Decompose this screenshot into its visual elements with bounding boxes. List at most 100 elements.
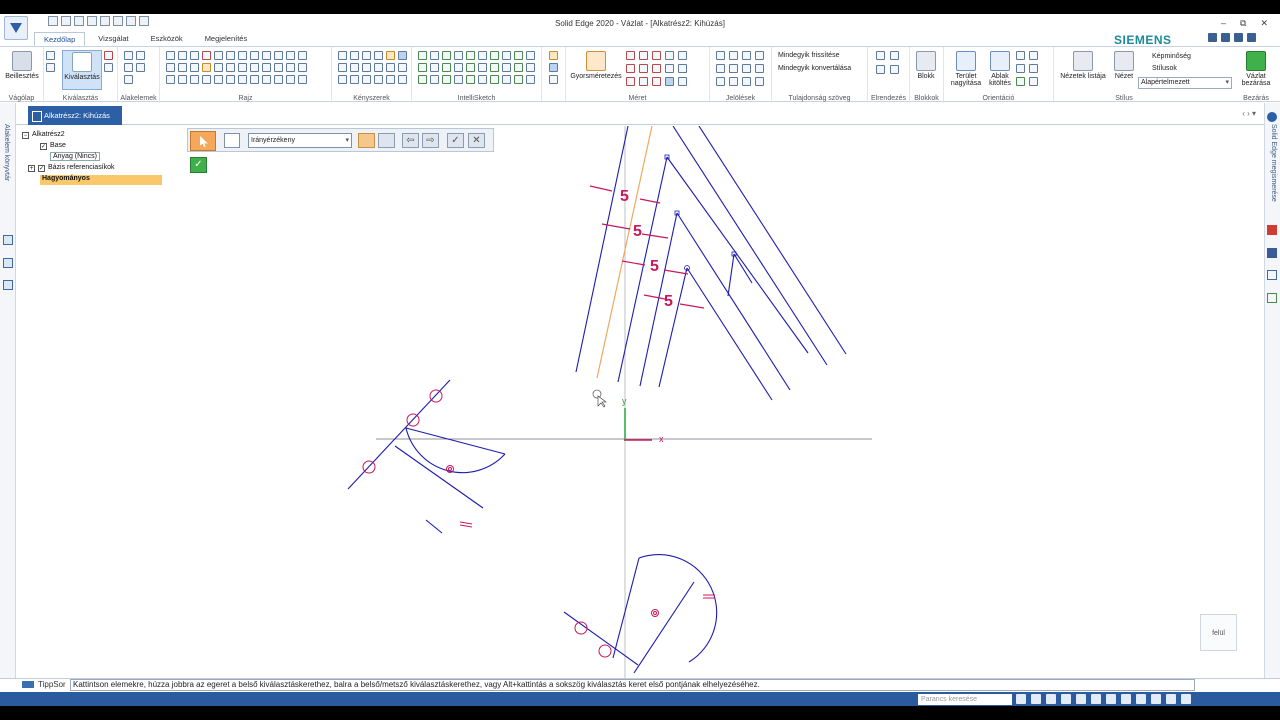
dim-icon-15[interactable] — [678, 77, 687, 86]
draw-icon-22[interactable] — [274, 63, 283, 72]
dim-icon-9[interactable] — [665, 64, 674, 73]
help-icon[interactable] — [1234, 33, 1243, 42]
pan-icon[interactable] — [1061, 694, 1071, 704]
orient-icon-5[interactable] — [1016, 77, 1025, 86]
profile-edge[interactable] — [727, 253, 735, 297]
tab-eszkozok[interactable]: Eszközök — [142, 32, 192, 46]
profile-edge[interactable] — [698, 125, 847, 355]
tutorial-icon[interactable] — [1267, 293, 1277, 303]
intelli-icon-11[interactable] — [418, 63, 427, 72]
arrange-icon-3[interactable] — [876, 65, 885, 74]
intelli-icon-10[interactable] — [526, 51, 535, 60]
annot-icon-5[interactable] — [716, 64, 725, 73]
annot-icon-7[interactable] — [742, 64, 751, 73]
document-nav-icons[interactable]: ‹ › ▾ — [1242, 109, 1256, 118]
profile-edge[interactable] — [347, 379, 451, 490]
intelli-icon-13[interactable] — [442, 63, 451, 72]
relate-icon-12[interactable] — [398, 63, 407, 72]
dim-icon-1[interactable] — [626, 51, 635, 60]
relate-icon-10[interactable] — [374, 63, 383, 72]
copy-icon[interactable] — [46, 63, 55, 72]
accept-green-button[interactable]: ✓ — [190, 157, 207, 173]
relate-icon-13[interactable] — [338, 75, 347, 84]
draw-icon-32[interactable] — [250, 75, 259, 84]
intelli-icon-16[interactable] — [478, 63, 487, 72]
relate-icon-2[interactable] — [350, 51, 359, 60]
draw-icon-24[interactable] — [298, 63, 307, 72]
arrange-icon-4[interactable] — [890, 65, 899, 74]
draw-icon-36[interactable] — [298, 75, 307, 84]
dim-icon-13[interactable] — [652, 77, 661, 86]
facebook-icon[interactable] — [1267, 248, 1277, 258]
dim-icon-12[interactable] — [639, 77, 648, 86]
dim-icon-8[interactable] — [652, 64, 661, 73]
dimension-label[interactable]: 5 — [650, 258, 659, 275]
annot-icon-9[interactable] — [716, 77, 725, 86]
top-profile[interactable] — [575, 125, 847, 401]
dim-icon-7[interactable] — [639, 64, 648, 73]
zoom-icon[interactable] — [1016, 51, 1025, 60]
relate-icon-6[interactable] — [398, 51, 407, 60]
rectangle-icon[interactable] — [166, 63, 175, 72]
update-all-button[interactable]: Mindegyik frissítése — [778, 52, 839, 59]
intelli-icon-15[interactable] — [466, 63, 475, 72]
intelli-icon-2[interactable] — [430, 51, 439, 60]
dim-icon-5[interactable] — [678, 51, 687, 60]
curve-icon[interactable] — [190, 51, 199, 60]
annot-icon-10[interactable] — [729, 77, 738, 86]
draw-icon-21[interactable] — [262, 63, 271, 72]
profile-edge[interactable] — [676, 212, 791, 391]
intelli-icon-25[interactable] — [466, 75, 475, 84]
intelli-icon-7[interactable] — [490, 51, 499, 60]
element-icon-1[interactable] — [124, 51, 133, 60]
misc-icon-3[interactable] — [549, 75, 558, 84]
help-circle-icon[interactable] — [1267, 112, 1277, 122]
tree-item-ref-planes[interactable]: + ✓ Bázis referenciasíkok — [28, 164, 115, 174]
rotate-icon[interactable] — [1076, 694, 1086, 704]
dimension-label[interactable]: 5 — [664, 293, 673, 310]
intelli-icon-12[interactable] — [430, 63, 439, 72]
offset-icon[interactable] — [190, 63, 199, 72]
block-button[interactable]: Blokk — [910, 50, 942, 90]
display-icon[interactable] — [1121, 694, 1131, 704]
view-cube[interactable]: felül — [1200, 614, 1237, 651]
draw-icon-23[interactable] — [286, 63, 295, 72]
profile-edge[interactable] — [672, 125, 828, 366]
lock-icon[interactable] — [386, 51, 395, 60]
draw-icon-12[interactable] — [298, 51, 307, 60]
annot-icon-12[interactable] — [755, 77, 764, 86]
profile-edge[interactable] — [394, 445, 484, 509]
intelli-icon-3[interactable] — [442, 51, 451, 60]
feature-library-tab[interactable]: Alakelem könyvtár — [3, 124, 10, 181]
relate-icon-7[interactable] — [338, 63, 347, 72]
tree-item-ordered[interactable]: Hagyományos — [40, 175, 162, 185]
dimension-label[interactable]: 5 — [633, 223, 642, 240]
element-icon-3[interactable] — [124, 63, 133, 72]
cut-icon[interactable] — [46, 51, 55, 60]
select-filter-icon[interactable] — [104, 51, 113, 60]
graphics-window[interactable]: x y 5 5 5 5 — [17, 125, 1263, 678]
intelli-icon-29[interactable] — [514, 75, 523, 84]
tipsor-label[interactable]: TippSor — [22, 680, 66, 689]
draw-icon-29[interactable] — [214, 75, 223, 84]
draw-icon-18[interactable] — [226, 63, 235, 72]
named-views-button[interactable]: Nézetek listája — [1058, 50, 1108, 90]
close-button[interactable]: ✕ — [1260, 18, 1268, 29]
draw-icon-11[interactable] — [286, 51, 295, 60]
point-icon[interactable] — [190, 75, 199, 84]
select-lasso-icon[interactable] — [104, 63, 113, 72]
smart-dimension-button[interactable]: Gyorsméretezés — [568, 50, 624, 90]
draw-icon-5[interactable] — [214, 51, 223, 60]
element-icon-5[interactable] — [124, 75, 133, 84]
paste-button[interactable]: Beillesztés — [4, 50, 40, 90]
tab-kezdolap[interactable]: Kezdőlap — [34, 32, 86, 46]
draw-icon-7[interactable] — [238, 51, 247, 60]
style-dropdown[interactable]: Alapértelmezett — [1138, 77, 1232, 89]
zoom-slider-icon[interactable] — [1181, 694, 1191, 704]
layers-icon[interactable] — [3, 235, 13, 245]
options-icon[interactable] — [224, 133, 240, 148]
trim-icon[interactable] — [178, 63, 187, 72]
cancel-x-icon[interactable]: ✕ — [468, 133, 485, 148]
intelli-icon-6[interactable] — [478, 51, 487, 60]
camera-icon[interactable] — [1136, 694, 1146, 704]
